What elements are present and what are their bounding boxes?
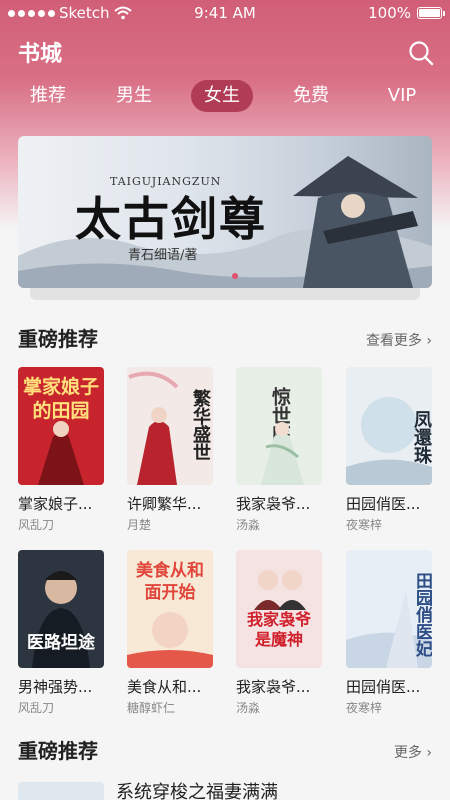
search-icon[interactable] bbox=[408, 40, 434, 66]
book-cover: 掌家娘子的田园 bbox=[18, 367, 104, 485]
book-author: 糖醇虾仁 bbox=[127, 701, 176, 715]
book-author: 风乱刀 bbox=[18, 701, 55, 715]
battery-icon bbox=[417, 7, 445, 19]
banner-page-indicator bbox=[232, 273, 238, 279]
page-title: 书城 bbox=[18, 42, 63, 67]
banner-title: 太古剑尊 bbox=[75, 192, 267, 246]
book-card[interactable]: 繁华盛世 许卿繁华... 月楚 bbox=[127, 367, 213, 533]
cover-text: 繁华盛世 bbox=[190, 389, 211, 461]
book-author: 月楚 bbox=[127, 518, 152, 532]
category-tabs: 推荐 男生 女生 免费 VIP bbox=[0, 80, 450, 114]
cover-text: 我家袅爷是魔神 bbox=[246, 610, 311, 649]
cover-text: 美食从和面开始 bbox=[136, 561, 204, 603]
book-cover: 田园俏医妃 bbox=[346, 550, 432, 668]
battery-area: 100% bbox=[368, 4, 445, 22]
book-card[interactable]: 美食从和面开始 美食从和... 糖醇虾仁 bbox=[127, 550, 213, 716]
cover-art bbox=[261, 422, 304, 485]
book-cover: 繁华盛世 bbox=[127, 367, 213, 485]
book-card[interactable]: 田园俏医妃 田园俏医... 夜寒梓 bbox=[346, 550, 432, 716]
book-title[interactable]: 系统穿梭之福妻满满 bbox=[116, 778, 278, 800]
section-title: 重磅推荐 bbox=[18, 739, 98, 763]
book-author: 汤淼 bbox=[236, 518, 261, 532]
tab-vip[interactable]: VIP bbox=[372, 80, 432, 112]
cover-text: 凤還珠 bbox=[411, 410, 432, 464]
banner-shadow bbox=[30, 288, 420, 300]
book-card[interactable]: 惊世医妃 我家袅爷... 汤淼 bbox=[236, 367, 322, 533]
book-cover: 惊世医妃 bbox=[236, 367, 322, 485]
tab-free[interactable]: 免费 bbox=[281, 80, 341, 112]
cover-text: 田园俏医妃 bbox=[412, 571, 432, 657]
book-author: 夜寒梓 bbox=[346, 701, 383, 715]
see-more-link[interactable]: 查看更多 › bbox=[366, 330, 432, 350]
book-title: 美食从和... bbox=[127, 678, 202, 696]
book-card[interactable]: 掌家娘子的田园 掌家娘子... 风乱刀 bbox=[18, 367, 104, 533]
book-author: 汤淼 bbox=[236, 701, 261, 715]
book-cover[interactable] bbox=[18, 782, 104, 800]
book-title: 我家袅爷... bbox=[236, 495, 311, 513]
book-author: 夜寒梓 bbox=[346, 518, 383, 532]
section-title: 重磅推荐 bbox=[18, 327, 98, 351]
book-cover: 凤還珠 bbox=[346, 367, 432, 485]
cover-art bbox=[38, 421, 84, 485]
book-card[interactable]: 我家袅爷是魔神 我家袅爷... 汤淼 bbox=[236, 550, 322, 716]
tab-recommend[interactable]: 推荐 bbox=[18, 80, 78, 112]
battery-percent: 100% bbox=[368, 4, 411, 22]
book-cover: 医路坦途 bbox=[18, 550, 104, 668]
cover-text: 医路坦途 bbox=[27, 633, 95, 653]
book-title: 许卿繁华... bbox=[127, 495, 202, 513]
book-title: 田园俏医... bbox=[346, 678, 421, 696]
tab-female[interactable]: 女生 bbox=[191, 80, 253, 112]
book-title: 男神强势... bbox=[18, 678, 93, 696]
more-link[interactable]: 更多 › bbox=[394, 742, 432, 762]
book-cover: 我家袅爷是魔神 bbox=[236, 550, 322, 668]
book-author: 风乱刀 bbox=[18, 518, 55, 532]
tab-male[interactable]: 男生 bbox=[104, 80, 164, 112]
book-title: 我家袅爷... bbox=[236, 678, 311, 696]
book-card[interactable]: 医路坦途 男神强势... 风乱刀 bbox=[18, 550, 104, 716]
cover-art bbox=[254, 570, 306, 610]
book-title: 掌家娘子... bbox=[18, 495, 93, 513]
banner-author: 青石细语/著 bbox=[128, 248, 198, 263]
book-card[interactable]: 凤還珠 田园俏医... 夜寒梓 bbox=[346, 367, 432, 533]
book-cover: 美食从和面开始 bbox=[127, 550, 213, 668]
book-title: 田园俏医... bbox=[346, 495, 421, 513]
status-bar: Sketch 9:41 AM 100% bbox=[0, 0, 450, 26]
